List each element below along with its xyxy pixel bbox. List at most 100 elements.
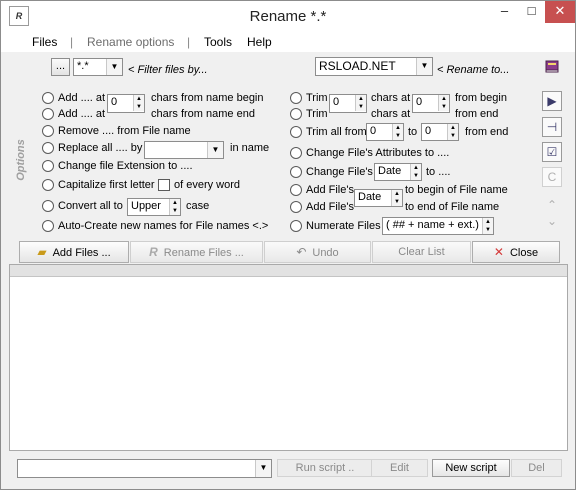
spinner-arrows-icon[interactable]: ▲ ▼ xyxy=(482,218,493,234)
change-date-value: Date xyxy=(378,165,402,177)
undo-label: Undo xyxy=(312,247,339,259)
filter-value: *.* xyxy=(77,60,89,72)
clear-list-button[interactable]: Clear List xyxy=(372,241,471,263)
label-capitalize: Capitalize first letter xyxy=(58,179,155,191)
rename-files-button[interactable]: R Rename Files ... xyxy=(130,241,263,263)
case-spinner[interactable]: Upper ▲ ▼ xyxy=(127,198,181,216)
trim-to-spinner[interactable]: 0 ▲ ▼ xyxy=(421,123,459,141)
radio-add-date-end[interactable] xyxy=(290,201,302,213)
radio-add-end[interactable] xyxy=(42,108,54,120)
trim-to-value: 0 xyxy=(425,125,432,137)
action-toolbar: ▰ Add Files ... R Rename Files ... ↶ Undo C… xyxy=(19,241,560,263)
trim-count-spinner[interactable]: 0 ▲ ▼ xyxy=(329,94,367,113)
close-window-button[interactable]: ✕ xyxy=(545,1,575,23)
label-from-end: from end xyxy=(455,108,499,120)
book-icon[interactable] xyxy=(542,58,562,78)
label-chars-from-begin: chars from name begin xyxy=(151,92,264,104)
browse-filter-button[interactable]: ... xyxy=(51,58,70,76)
radio-remove[interactable] xyxy=(42,125,54,137)
spinner-arrows-icon[interactable]: ▲ ▼ xyxy=(438,95,449,111)
down-icon[interactable]: ⌄ xyxy=(542,212,562,232)
play-icon[interactable]: ▶ xyxy=(542,91,562,111)
label-add-begin: Add .... at xyxy=(58,92,106,104)
window-title: Rename *.* xyxy=(249,8,327,25)
spinner-arrows-icon[interactable]: ▲ ▼ xyxy=(410,164,421,180)
label-remove: Remove .... from File name xyxy=(58,125,191,137)
label-numerate-files: Numerate Files xyxy=(306,220,381,232)
add-files-button[interactable]: ▰ Add Files ... xyxy=(19,241,129,263)
radio-trim-end[interactable] xyxy=(290,108,302,120)
c-icon[interactable]: C xyxy=(542,167,562,187)
close-label: Close xyxy=(509,247,539,259)
radio-trim-begin[interactable] xyxy=(290,92,302,104)
delete-script-button[interactable]: Del xyxy=(511,459,562,477)
radio-add-begin[interactable] xyxy=(42,92,54,104)
rename-files-label: Rename Files ... xyxy=(163,247,244,259)
label-trim-all-from: Trim all from xyxy=(306,126,367,138)
label-change-files: Change File's xyxy=(306,166,373,178)
menu-help[interactable]: Help xyxy=(247,35,272,49)
chevron-down-icon[interactable]: ▼ xyxy=(106,59,122,75)
clear-list-label: Clear List xyxy=(398,246,445,258)
new-script-button[interactable]: New script xyxy=(432,459,510,477)
spinner-arrows-icon[interactable]: ▲ ▼ xyxy=(355,95,366,111)
chevron-down-icon[interactable]: ▼ xyxy=(416,58,432,75)
add-position-value: 0 xyxy=(111,96,118,108)
spinner-arrows-icon[interactable]: ▲ ▼ xyxy=(391,190,402,206)
run-script-button[interactable]: Run script .. xyxy=(277,459,373,477)
label-chars-at: chars at xyxy=(371,92,411,104)
close-icon: ✕ xyxy=(493,245,504,259)
add-date-value: Date xyxy=(358,191,382,203)
edit-script-button[interactable]: Edit xyxy=(371,459,428,477)
file-list[interactable] xyxy=(9,264,568,451)
close-button[interactable]: ✕ Close xyxy=(472,241,560,263)
spinner-arrows-icon[interactable]: ▲ ▼ xyxy=(447,124,458,140)
spinner-arrows-icon[interactable]: ▲ ▼ xyxy=(169,199,180,215)
label-chars-from-end: chars from name end xyxy=(151,108,255,120)
numerate-format-spinner[interactable]: ( ## + name + ext.) ▲ ▼ xyxy=(382,217,494,235)
label-auto-create: Auto-Create new names for File names <.> xyxy=(58,220,269,232)
radio-capitalize[interactable] xyxy=(42,179,54,191)
menu-tools[interactable]: Tools xyxy=(204,35,232,49)
change-date-spinner[interactable]: Date ▲ ▼ xyxy=(374,163,422,181)
radio-convert-case[interactable] xyxy=(42,200,54,212)
script-combo[interactable]: ▼ xyxy=(17,459,272,478)
radio-change-attributes[interactable] xyxy=(290,147,302,159)
add-date-spinner[interactable]: Date ▲ ▼ xyxy=(354,189,403,207)
rename-to-combo[interactable]: RSLOAD.NET ▼ xyxy=(315,57,433,76)
chevron-down-icon[interactable]: ▼ xyxy=(207,142,223,158)
label-every-word: of every word xyxy=(174,179,241,191)
label-convert-all: Convert all to xyxy=(58,200,123,212)
trim-position-spinner[interactable]: 0 ▲ ▼ xyxy=(412,94,450,113)
label-trim: Trim xyxy=(306,92,328,104)
spinner-arrows-icon[interactable]: ▲ ▼ xyxy=(133,95,144,111)
radio-replace[interactable] xyxy=(42,142,54,154)
chevron-down-icon[interactable]: ▼ xyxy=(255,460,271,477)
label-add-files: Add File's xyxy=(306,184,354,196)
options-group-label: Options xyxy=(15,139,27,181)
radio-change-extension[interactable] xyxy=(42,160,54,172)
radio-numerate[interactable] xyxy=(290,220,302,232)
menu-rename-options[interactable]: Rename options xyxy=(87,35,174,49)
radio-add-date-begin[interactable] xyxy=(290,184,302,196)
spinner-arrows-icon[interactable]: ▲ ▼ xyxy=(392,124,403,140)
rename-to-value: RSLOAD.NET xyxy=(319,59,396,73)
checkbox-every-word[interactable] xyxy=(158,179,170,191)
menu-separator: | xyxy=(70,35,74,49)
pin-icon[interactable]: ⊣ xyxy=(542,117,562,137)
radio-trim-all[interactable] xyxy=(290,126,302,138)
add-position-spinner[interactable]: 0 ▲ ▼ xyxy=(107,94,145,113)
replace-with-combo[interactable]: ▼ xyxy=(144,141,224,159)
radio-change-date[interactable] xyxy=(290,166,302,178)
radio-auto-create[interactable] xyxy=(42,220,54,232)
trim-from-spinner[interactable]: 0 ▲ ▼ xyxy=(366,123,404,141)
filter-combo[interactable]: *.* ▼ xyxy=(73,58,123,76)
title-bar: R Rename *.* – □ ✕ xyxy=(1,1,575,32)
checkbox-icon[interactable]: ☑ xyxy=(542,142,562,162)
minimize-button[interactable]: – xyxy=(491,1,518,23)
label-to-dots: to .... xyxy=(426,166,451,178)
label-add-files: Add File's xyxy=(306,201,354,213)
undo-button[interactable]: ↶ Undo xyxy=(264,241,371,263)
menu-files[interactable]: Files xyxy=(32,35,57,49)
maximize-button[interactable]: □ xyxy=(518,1,545,23)
